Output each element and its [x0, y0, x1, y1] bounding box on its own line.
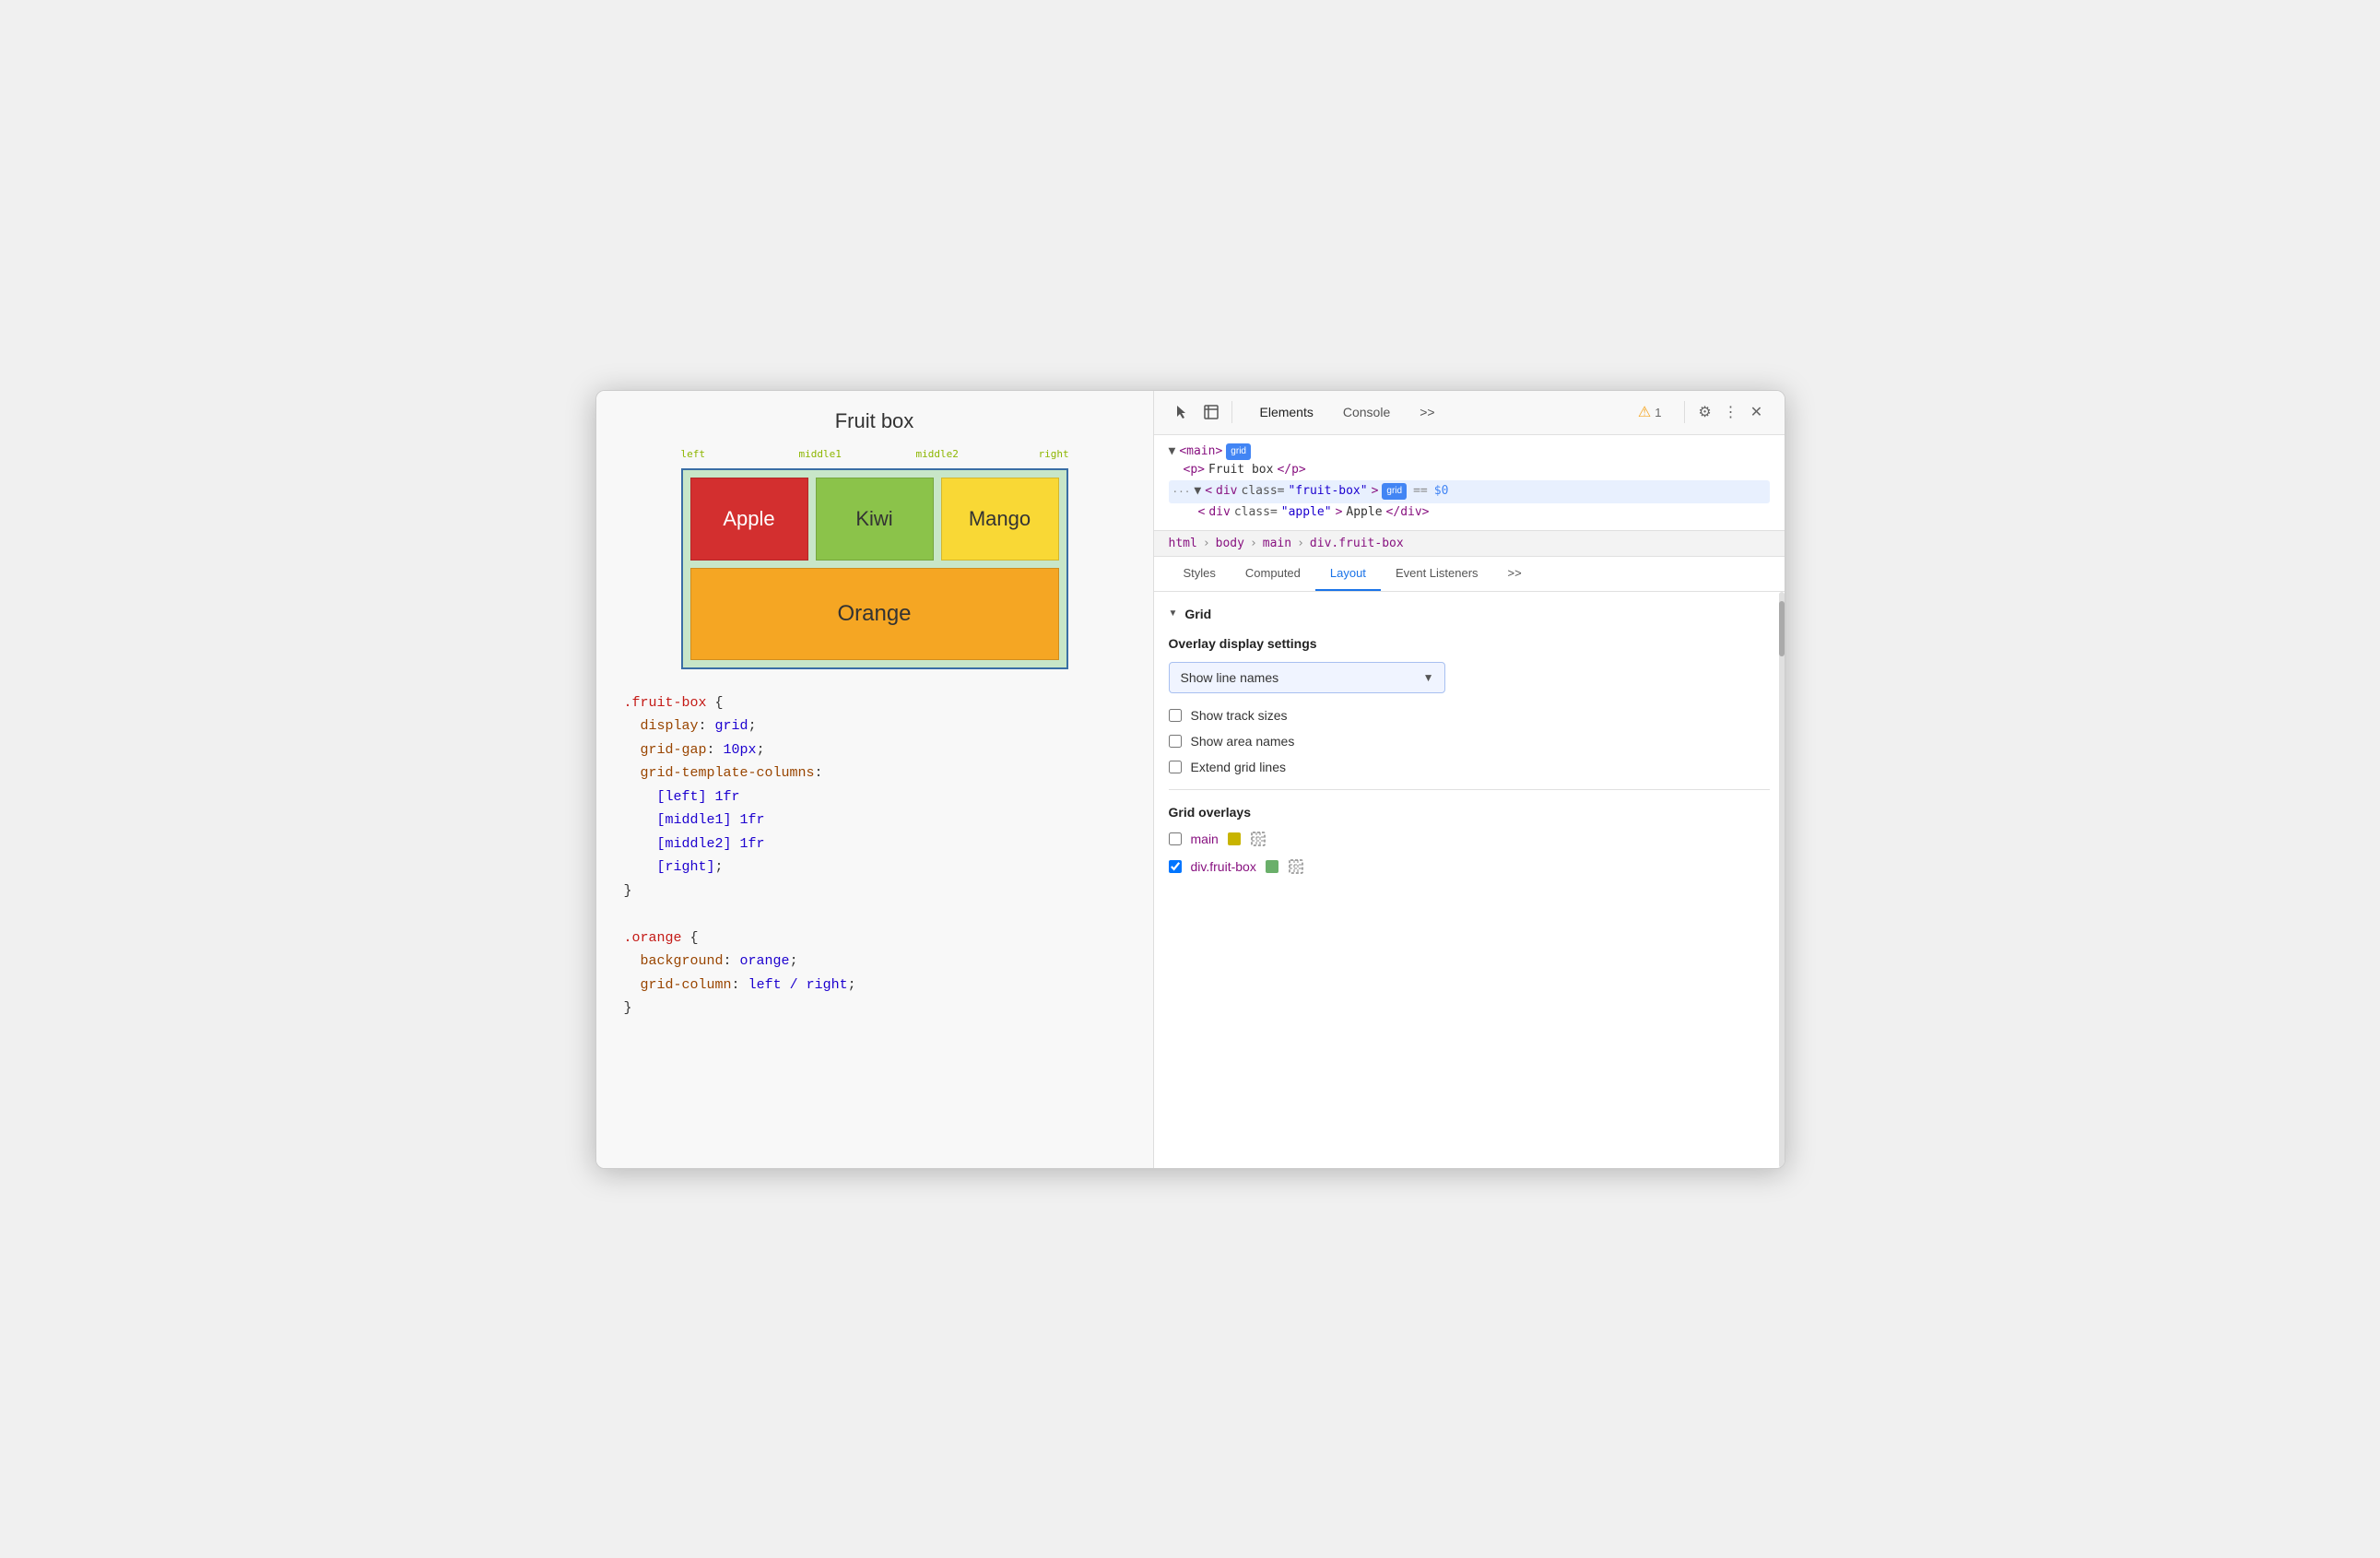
expand-more-icon: ···: [1172, 484, 1191, 501]
scrollbar-thumb[interactable]: [1779, 601, 1785, 656]
settings-gear-icon[interactable]: ⚙: [1692, 399, 1718, 425]
grid-badge-fruitbox[interactable]: grid: [1382, 483, 1407, 500]
dropdown-wrapper: Show line names Show line numbers Hide l…: [1169, 662, 1770, 693]
label-right: right: [1039, 448, 1069, 460]
dom-line-fruit-box[interactable]: ··· ▼ < div class= "fruit-box" > grid ==…: [1169, 480, 1770, 503]
cursor-icon[interactable]: [1169, 399, 1195, 425]
overlay-settings-title: Overlay display settings: [1169, 636, 1770, 651]
tab-console[interactable]: Console: [1330, 399, 1403, 425]
breadcrumb-html[interactable]: html: [1169, 537, 1197, 550]
checkbox-extend-grid-lines: Extend grid lines: [1169, 760, 1770, 774]
checkbox-show-area-names: Show area names: [1169, 734, 1770, 749]
fruit-box-overlay-label: div.fruit-box: [1191, 859, 1256, 874]
chevron-down-icon: ▼: [1169, 608, 1178, 619]
dom-breadcrumb: html › body › main › div.fruit-box: [1154, 531, 1785, 557]
devtools-panel: Elements Console >> ⚠ 1 ⚙ ⋮ ✕ ▼ <main>: [1154, 391, 1785, 1168]
page-title: Fruit box: [615, 409, 1135, 433]
area-names-checkbox[interactable]: [1169, 735, 1182, 748]
breadcrumb-body[interactable]: body: [1216, 537, 1244, 550]
more-options-icon[interactable]: ⋮: [1718, 399, 1744, 425]
fruit-box-grid-icon[interactable]: [1288, 858, 1304, 875]
dom-line-main[interactable]: ▼ <main> grid: [1169, 443, 1770, 462]
divider-1: [1231, 401, 1232, 423]
grid-overlays-title: Grid overlays: [1169, 805, 1770, 820]
overlay-settings: Overlay display settings Show line names…: [1169, 636, 1770, 774]
devtools-main-tabs: Elements Console >>: [1247, 399, 1448, 425]
show-line-names-dropdown[interactable]: Show line names Show line numbers Hide l…: [1169, 662, 1445, 693]
left-panel: Fruit box left middle1 middle2 right App…: [596, 391, 1154, 1168]
line-names-select[interactable]: Show line names Show line numbers Hide l…: [1169, 662, 1445, 693]
close-devtools-icon[interactable]: ✕: [1744, 399, 1770, 425]
tab-layout[interactable]: Layout: [1315, 557, 1381, 591]
layout-content: ▼ Grid Overlay display settings Show lin…: [1154, 592, 1785, 1168]
grid-line-labels: left middle1 middle2 right: [681, 448, 1068, 466]
dom-line-apple[interactable]: < div class= "apple" > Apple </div>: [1169, 503, 1770, 523]
grid-badge-main[interactable]: grid: [1226, 443, 1251, 460]
overlay-row-fruit-box: div.fruit-box: [1169, 858, 1770, 875]
cell-orange: Orange: [690, 568, 1059, 660]
fruit-grid: Apple Kiwi Mango Orange: [681, 468, 1068, 669]
main-grid-icon[interactable]: [1250, 831, 1267, 847]
tab-elements[interactable]: Elements: [1247, 399, 1326, 425]
divider-2: [1684, 401, 1685, 423]
browser-window: Fruit box left middle1 middle2 right App…: [595, 390, 1785, 1169]
breadcrumb-div-fruitbox[interactable]: div.fruit-box: [1310, 537, 1404, 550]
dom-line-p[interactable]: <p> Fruit box </p>: [1169, 461, 1770, 480]
grid-section-title: Grid: [1184, 607, 1211, 621]
cell-apple: Apple: [690, 478, 808, 561]
fruit-box-color-swatch: [1266, 860, 1278, 873]
scrollbar[interactable]: [1779, 592, 1785, 1168]
grid-overlays-section: Grid overlays main: [1169, 805, 1770, 875]
main-color-swatch: [1228, 832, 1241, 845]
warning-badge[interactable]: ⚠ 1: [1638, 403, 1662, 421]
extend-grid-lines-checkbox[interactable]: [1169, 761, 1182, 773]
devtools-toolbar: Elements Console >> ⚠ 1 ⚙ ⋮ ✕: [1154, 391, 1785, 435]
track-sizes-checkbox[interactable]: [1169, 709, 1182, 722]
css-rule-2: .orange { background: orange; grid-colum…: [624, 927, 1125, 1021]
tab-event-listeners[interactable]: Event Listeners: [1381, 557, 1493, 591]
cell-mango: Mango: [941, 478, 1059, 561]
label-left: left: [681, 448, 706, 460]
tab-computed[interactable]: Computed: [1231, 557, 1315, 591]
breadcrumb-main[interactable]: main: [1263, 537, 1291, 550]
tab-styles[interactable]: Styles: [1169, 557, 1231, 591]
track-sizes-label[interactable]: Show track sizes: [1191, 708, 1288, 723]
grid-section-header: ▼ Grid: [1169, 607, 1770, 621]
tab-more-panels[interactable]: >>: [1493, 557, 1537, 591]
main-overlay-label: main: [1191, 832, 1219, 846]
dom-tree: ▼ <main> grid <p> Fruit box </p> ··· ▼ <…: [1154, 435, 1785, 531]
grid-demo: left middle1 middle2 right Apple Kiwi Ma…: [681, 448, 1068, 669]
css-rule-1: .fruit-box { display: grid; grid-gap: 10…: [624, 691, 1125, 903]
area-names-label[interactable]: Show area names: [1191, 734, 1295, 749]
panel-tabs: Styles Computed Layout Event Listeners >…: [1154, 557, 1785, 592]
main-overlay-checkbox[interactable]: [1169, 832, 1182, 845]
label-middle2: middle2: [916, 448, 959, 460]
label-middle1: middle1: [799, 448, 842, 460]
cell-kiwi: Kiwi: [816, 478, 934, 561]
inspect-icon[interactable]: [1198, 399, 1224, 425]
divider: [1169, 789, 1770, 790]
checkbox-show-track-sizes: Show track sizes: [1169, 708, 1770, 723]
fruit-box-overlay-checkbox[interactable]: [1169, 860, 1182, 873]
warning-icon: ⚠: [1638, 403, 1651, 421]
overlay-row-main: main: [1169, 831, 1770, 847]
tab-more[interactable]: >>: [1407, 399, 1447, 425]
extend-grid-lines-label[interactable]: Extend grid lines: [1191, 760, 1287, 774]
css-code-block: .fruit-box { display: grid; grid-gap: 10…: [615, 691, 1135, 1021]
